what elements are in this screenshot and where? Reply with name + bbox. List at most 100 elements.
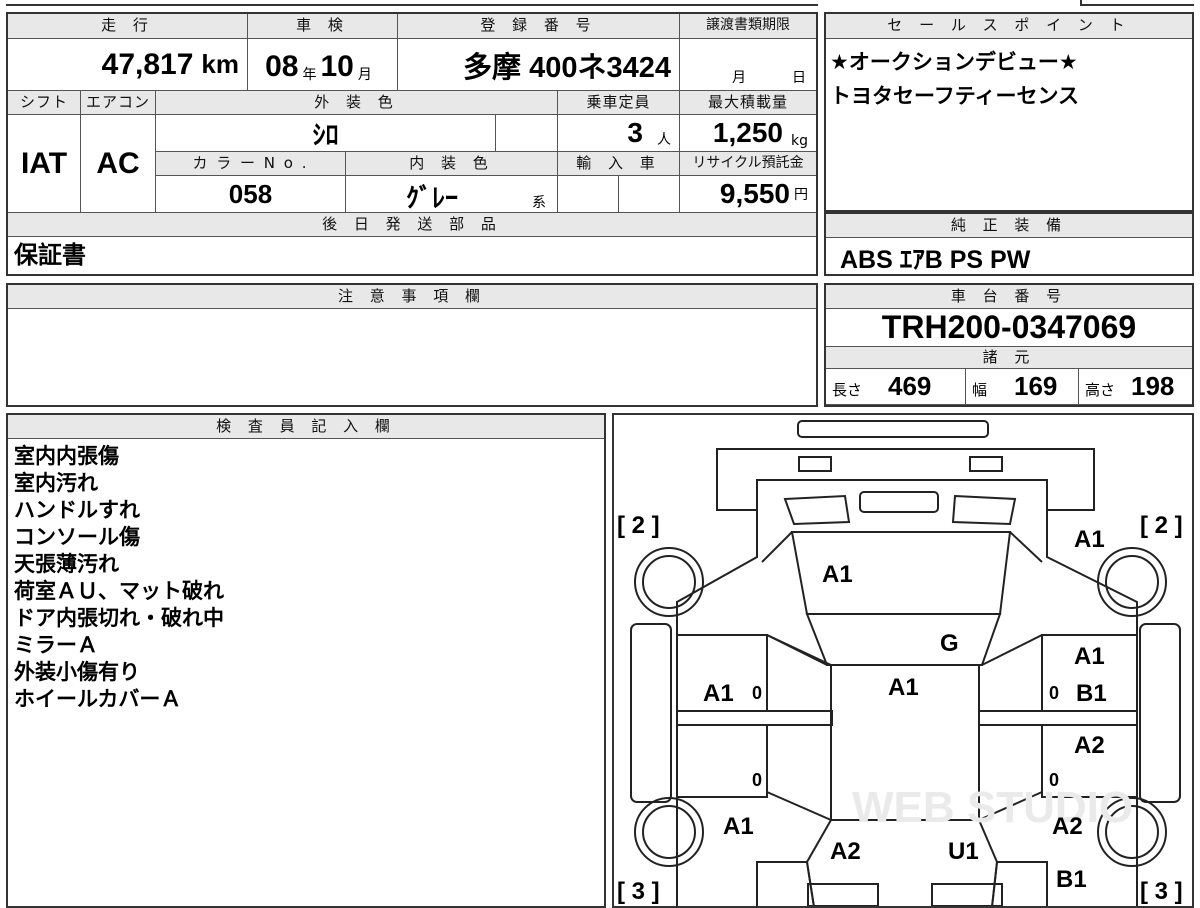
spec-height: 高さ 198	[1079, 369, 1192, 405]
mark-front-right-door-2: B1	[1076, 680, 1107, 707]
spec-length-value: 469	[888, 371, 932, 401]
mark-front-right-fender: A1	[1074, 526, 1105, 553]
tire-label-front-left: [ 2 ]	[617, 512, 660, 539]
genuine-equipment-value: ABS ｴｱB PS PW	[840, 246, 1031, 274]
color-no-value: 058	[156, 176, 346, 213]
later-parts-header: 後 日 発 送 部 品	[8, 213, 816, 237]
chassis-header: 車 台 番 号	[826, 285, 1192, 309]
door-mark-rear-left: 0	[752, 770, 762, 790]
interior-color-value: ｸﾞﾚｰ	[406, 183, 459, 213]
mark-rear-body-right: U1	[948, 838, 979, 865]
ac-value: AC	[81, 115, 156, 213]
transfer-deadline-header: 譲渡書類期限	[680, 14, 816, 39]
front-bumper-strip	[797, 420, 989, 438]
chassis-number: TRH200-0347069	[826, 309, 1192, 347]
sales-point-header: セ ー ル ス ポ イ ン ト	[826, 14, 1192, 39]
mark-front-left-door: A1	[703, 680, 734, 707]
spec-width-label: 幅	[972, 381, 988, 399]
remark-item: 室内内張傷	[14, 444, 119, 468]
import-field-a	[558, 176, 619, 213]
capacity-field: 3 人	[558, 115, 680, 152]
transfer-day-unit: 日	[792, 70, 806, 86]
inspection-header: 車 検	[248, 14, 398, 39]
right-door-strip	[978, 710, 1138, 726]
exterior-color-extra	[496, 115, 558, 152]
inspector-remarks-list: 室内内張傷 室内汚れ ハンドルすれ コンソール傷 天張薄汚れ 荷室ＡＵ、マット破…	[14, 443, 224, 713]
mirror-right	[1139, 623, 1181, 803]
remark-item: ミラーＡ	[14, 633, 98, 657]
vehicle-info-table: 走 行 車 検 登 録 番 号 譲渡書類期限 47,817 km 08 年 10…	[6, 12, 818, 276]
door-mark-rear-right: 0	[1049, 770, 1059, 790]
top-cutoff-strip-right	[1080, 0, 1194, 6]
capacity-header: 乗車定員	[558, 91, 680, 115]
max-load-value: 1,250	[712, 117, 783, 148]
mark-rear-right-corner: B1	[1056, 866, 1087, 893]
front-light-left	[798, 456, 832, 472]
tire-label-rear-right: [ 3 ]	[1140, 878, 1183, 905]
sales-point-line-1: ★オークションデビュー★	[830, 50, 1078, 74]
inspector-header: 検 査 員 記 入 欄	[8, 415, 604, 439]
windshield	[805, 613, 1002, 666]
color-no-header: カ ラ ー N o .	[156, 152, 346, 176]
tire-front-left-inner	[642, 555, 696, 609]
inspection-year: 08	[265, 50, 299, 83]
sales-point-box: セ ー ル ス ポ イ ン ト ★オークションデビュー★ トヨタセーフティーセン…	[824, 12, 1194, 212]
watermark: WEB STUDIO	[852, 783, 1133, 832]
tire-front-right	[1097, 547, 1167, 617]
top-cutoff-strip	[6, 0, 818, 6]
exterior-color-header: 外 装 色	[156, 91, 558, 115]
remark-item: 室内汚れ	[14, 471, 98, 495]
door-mark-front-left: 0	[752, 683, 762, 703]
mark-rear-right-quarter: A2	[1052, 813, 1083, 840]
mark-windshield: G	[940, 630, 959, 657]
rear-bumper	[807, 883, 879, 906]
spec-width-value: 169	[1014, 371, 1058, 401]
inspector-box: 検 査 員 記 入 欄 室内内張傷 室内汚れ ハンドルすれ コンソール傷 天張薄…	[6, 413, 606, 908]
remark-item: ホイールカバーＡ	[14, 687, 182, 711]
remark-item: 天張薄汚れ	[14, 552, 119, 576]
mileage-value: 47,817	[101, 47, 194, 81]
grille-right	[951, 494, 1017, 526]
spec-width: 幅 169	[966, 369, 1079, 405]
remark-item: 荷室ＡＵ、マット破れ	[14, 579, 224, 603]
door-mark-front-right: 0	[1049, 683, 1059, 703]
remark-item: 外装小傷有り	[14, 660, 140, 684]
genuine-equipment-header: 純 正 装 備	[826, 214, 1192, 238]
mileage-header: 走 行	[8, 14, 248, 39]
grille-left	[783, 494, 851, 526]
mirror-left	[630, 623, 672, 803]
registration-value: 多摩 400ネ3424	[463, 51, 671, 84]
tire-rear-left-inner	[642, 805, 696, 859]
registration-header: 登 録 番 号	[398, 14, 680, 39]
spec-height-value: 198	[1131, 371, 1175, 401]
exterior-color-value: ｼﾛ	[156, 115, 496, 152]
tire-label-front-right: [ 2 ]	[1140, 512, 1183, 539]
capacity-value: 3	[627, 117, 643, 148]
spec-height-label: 高さ	[1085, 381, 1116, 399]
mark-rear-left-quarter: A1	[723, 813, 754, 840]
import-header: 輸 入 車	[558, 152, 680, 176]
mark-hood: A1	[822, 561, 853, 588]
recycle-deposit-unit: 円	[794, 187, 808, 203]
shift-header: シフト	[8, 91, 81, 115]
mileage-field: 47,817 km	[8, 39, 248, 91]
notes-header: 注 意 事 項 欄	[8, 285, 816, 309]
mark-front-right-door-1: A1	[1074, 643, 1105, 670]
capacity-unit: 人	[657, 132, 671, 148]
max-load-header: 最大積載量	[680, 91, 816, 115]
mileage-unit: km	[201, 49, 239, 79]
remark-item: コンソール傷	[14, 525, 140, 549]
genuine-equipment-box: 純 正 装 備 ABS ｴｱB PS PW	[824, 212, 1194, 276]
notes-box: 注 意 事 項 欄	[6, 283, 818, 407]
sales-point-line-2: トヨタセーフティーセンス	[830, 84, 1080, 108]
inspection-field: 08 年 10 月	[248, 39, 398, 91]
mark-rear-right-door: A2	[1074, 732, 1105, 759]
mark-roof: A1	[888, 674, 919, 701]
chassis-box: 車 台 番 号 TRH200-0347069 諸 元 長さ 469 幅 169 …	[824, 283, 1194, 407]
inspection-month-unit: 月	[357, 67, 372, 83]
vehicle-diagram-box: WEB STUDIO [ 2 ] [ 2 ] [ 3 ] [ 3 ] A1 A1…	[612, 413, 1194, 908]
spec-length-label: 長さ	[832, 381, 863, 399]
ac-header: エアコン	[81, 91, 156, 115]
remark-item: ハンドルすれ	[14, 498, 140, 522]
interior-color-suffix: 系	[532, 195, 546, 211]
